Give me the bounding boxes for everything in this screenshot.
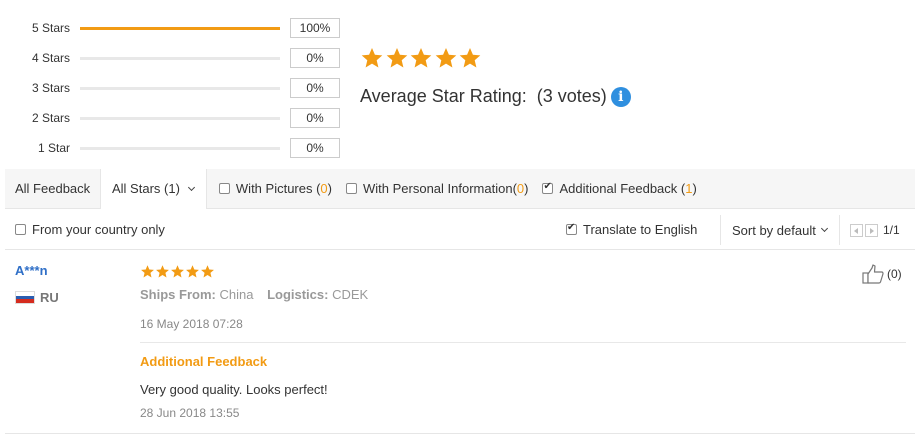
with-pictures-filter[interactable]: With Pictures (0) [218, 181, 332, 196]
reviewer-country: RU [15, 290, 59, 305]
star-icon [459, 48, 481, 68]
filter-bar: All Feedback All Stars (1) With Pictures… [5, 168, 915, 209]
rating-percent: 0% [290, 78, 340, 98]
additional-feedback-title: Additional Feedback [140, 354, 268, 369]
divider [5, 433, 915, 434]
rating-bar [80, 27, 280, 30]
russia-flag-icon [15, 291, 35, 304]
chevron-down-icon [820, 224, 828, 233]
rating-row-1: 1 Star 0% [0, 138, 345, 158]
star-icon [141, 265, 154, 278]
rating-row-label: 4 Stars [31, 51, 70, 65]
rating-percent: 0% [290, 108, 340, 128]
country-only-label: From your country only [32, 222, 165, 237]
paren: ) [692, 181, 697, 196]
next-page-button[interactable] [865, 223, 878, 237]
star-icon [386, 48, 407, 68]
rating-row-label: 1 Star [37, 141, 70, 155]
options-bar: From your country only Translate to Engl… [5, 210, 915, 250]
rating-row-label: 5 Stars [31, 21, 70, 35]
rating-percent: 0% [290, 48, 340, 68]
rating-row-3: 3 Stars 0% [0, 78, 345, 98]
average-rating: Average Star Rating: (3 votes) i [360, 86, 631, 107]
thumbs-up-icon [862, 264, 884, 284]
rating-row-2: 2 Stars 0% [0, 108, 345, 128]
star-icon [156, 265, 169, 278]
checkbox[interactable] [346, 183, 357, 194]
translate-toggle[interactable]: Translate to English [566, 222, 697, 237]
prev-page-button[interactable] [850, 223, 863, 237]
page-indicator: 1/1 [883, 223, 900, 237]
rating-bar [80, 57, 280, 60]
info-icon[interactable]: i [610, 86, 631, 107]
filter-all-feedback[interactable]: All Feedback [5, 181, 100, 196]
additional-label: Additional Feedback ( [559, 181, 686, 196]
star-icon [201, 265, 214, 278]
divider [140, 342, 906, 343]
additional-feedback-text: Very good quality. Looks perfect! [140, 382, 328, 397]
star-icon [361, 48, 383, 68]
with-pictures-label: With Pictures ( [235, 181, 321, 196]
rating-row-4: 4 Stars 0% [0, 48, 345, 68]
ships-from-value: China [219, 287, 254, 302]
rating-bar [80, 147, 280, 150]
country-code: RU [40, 290, 59, 305]
average-stars [360, 46, 483, 70]
star-icon [186, 265, 199, 278]
rating-bar [80, 87, 280, 90]
average-rating-label: Average Star Rating: [360, 86, 527, 106]
additional-feedback-date: 28 Jun 2018 13:55 [140, 406, 240, 420]
checkbox-checked[interactable] [542, 181, 554, 194]
vote-count: (3 votes) [536, 86, 607, 106]
ships-from-label: Ships From: [140, 287, 216, 302]
stars-filter-select[interactable]: All Stars (1) [101, 168, 207, 209]
rating-bar [80, 117, 280, 120]
shipping-info: Ships From: China Logistics: CDEK [140, 287, 368, 302]
star-icon [410, 48, 432, 68]
review-stars [140, 264, 215, 279]
additional-count: 1 [685, 181, 693, 196]
checkbox[interactable] [15, 224, 26, 235]
country-only-filter[interactable]: From your country only [15, 222, 165, 237]
checkbox[interactable] [218, 183, 230, 194]
rating-row-label: 3 Stars [31, 81, 70, 95]
chevron-down-icon [187, 183, 195, 191]
review-date: 16 May 2018 07:28 [140, 317, 243, 331]
rating-row-label: 2 Stars [31, 111, 70, 125]
helpful-count: (0) [887, 267, 902, 281]
paren: ) [327, 181, 332, 196]
logistics-value: CDEK [332, 287, 369, 302]
paren: ) [524, 181, 529, 196]
sort-value: Sort by default [732, 222, 816, 238]
stars-filter-value: All Stars (1) [112, 181, 180, 196]
helpful-button[interactable]: (0) [862, 264, 902, 284]
with-personal-count: 0 [516, 181, 525, 196]
rating-percent: 100% [290, 18, 340, 38]
with-pictures-count: 0 [320, 181, 328, 196]
with-personal-info-filter[interactable]: With Personal Information(0) [346, 181, 528, 196]
star-icon [171, 265, 184, 278]
sort-select[interactable]: Sort by default [720, 215, 840, 245]
translate-label: Translate to English [583, 222, 698, 237]
star-icon [435, 48, 456, 68]
checkbox-checked[interactable] [566, 222, 577, 235]
reviewer-name[interactable]: A***n [15, 263, 48, 278]
rating-row-5: 5 Stars 100% [0, 18, 345, 38]
rating-percent: 0% [290, 138, 340, 158]
logistics-label: Logistics: [267, 287, 329, 302]
rating-bar-fill [80, 27, 280, 30]
additional-feedback-filter[interactable]: Additional Feedback (1) [542, 181, 697, 196]
with-personal-label: With Personal Information( [363, 181, 517, 196]
pagination: 1/1 [850, 223, 900, 237]
